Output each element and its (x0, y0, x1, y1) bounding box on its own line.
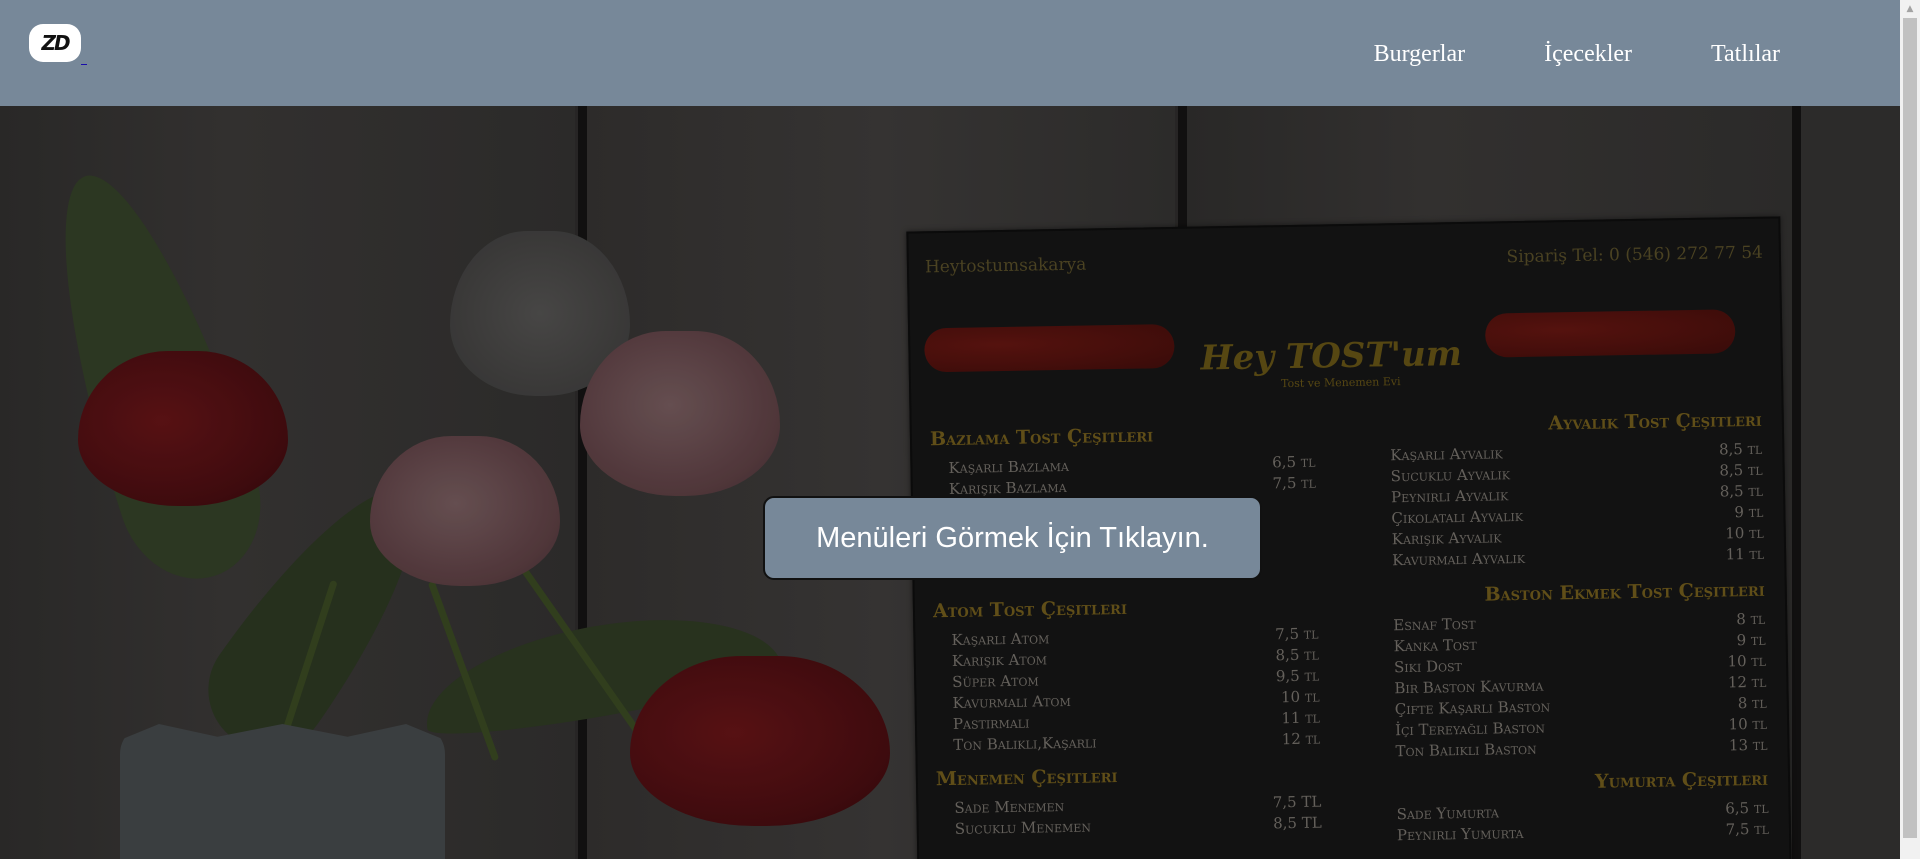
logo: ZD (29, 24, 81, 62)
main-nav: Burgerlar İçecekler Tatlılar (1295, 38, 1780, 70)
scroll-thumb[interactable] (1903, 18, 1917, 838)
nav-link-tatlilar[interactable]: Tatlılar (1711, 38, 1780, 70)
see-menus-button[interactable]: Menüleri Görmek İçin Tıklayın. (763, 496, 1262, 580)
vertical-scrollbar[interactable]: ▲ (1900, 0, 1920, 859)
top-navbar: ZD Burgerlar İçecekler Tatlılar (0, 0, 1900, 106)
nav-link-burgerlar[interactable]: Burgerlar (1374, 38, 1466, 70)
logo-text: ZD (41, 31, 70, 55)
dark-overlay (0, 106, 1900, 859)
nav-link-icecekler[interactable]: İçecekler (1544, 38, 1632, 70)
logo-link[interactable]: ZD (29, 24, 87, 66)
scroll-up-arrow-icon[interactable]: ▲ (1900, 0, 1920, 17)
hero-section: Heytostumsakarya Sipariş Tel: 0 (546) 27… (0, 106, 1900, 859)
link-underline (81, 64, 87, 65)
